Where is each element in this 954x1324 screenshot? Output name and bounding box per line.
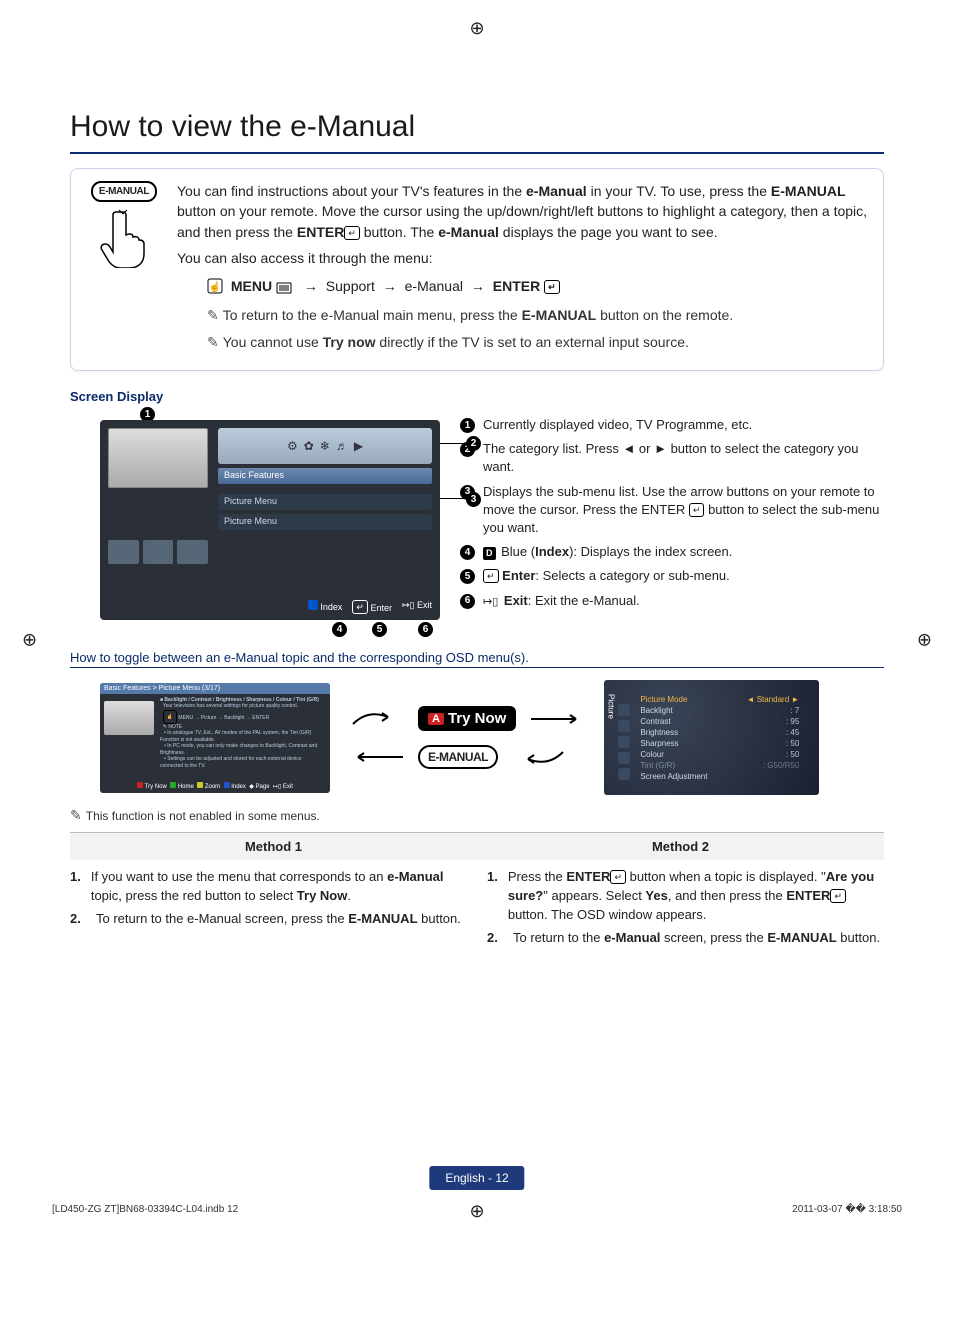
arrow-right — [526, 709, 586, 729]
emanual-screen-mock: ⚙ ✿ ❄ ♬ ▶ Basic Features Picture Menu Pi… — [100, 420, 440, 620]
enter-icon: ↵ — [830, 889, 846, 903]
callout-5: 5 — [372, 622, 387, 637]
osd-row: Picture Mode◄ Standard ► — [636, 694, 813, 705]
legend-item-4: 4D Blue (Index): Displays the index scre… — [460, 543, 884, 561]
category-row: ⚙ ✿ ❄ ♬ ▶ — [218, 428, 432, 464]
intro-text: You can find instructions about your TV'… — [177, 181, 869, 358]
side-thumbs — [108, 540, 208, 564]
method2-body: 1.Press the ENTER↵ button when a topic i… — [487, 868, 884, 947]
submenu-1: Picture Menu — [218, 494, 432, 510]
menu-icon — [276, 279, 292, 299]
d-button-icon: D — [483, 547, 496, 560]
note-icon: ✎ — [207, 334, 219, 350]
osd-row: Backlight: 7 — [636, 705, 813, 716]
enter-icon: ↵ — [344, 226, 360, 240]
osd-side-icons — [618, 704, 630, 780]
method-bodies: 1.If you want to use the menu that corre… — [70, 868, 884, 947]
screen-display-heading: Screen Display — [70, 389, 884, 404]
callout-4: 4 — [332, 622, 347, 637]
intro-p1: You can find instructions about your TV'… — [177, 181, 869, 242]
osd-panel: Picture Picture Mode◄ Standard ► Backlig… — [604, 680, 819, 795]
callout-line — [440, 498, 466, 499]
method1-body: 1.If you want to use the menu that corre… — [70, 868, 467, 947]
category-label: Basic Features — [218, 468, 432, 484]
footer-timestamp: 2011-03-07 �� 3:18:50 — [792, 1204, 902, 1215]
note-3: ✎This function is not enabled in some me… — [70, 807, 884, 824]
arrow-curve-right — [348, 709, 408, 729]
emanual-press-graphic: E-MANUAL — [85, 181, 163, 271]
method1-header: Method 1 — [70, 832, 477, 860]
legend-item-1: 1Currently displayed video, TV Programme… — [460, 416, 884, 434]
callout-2: 2 — [466, 436, 481, 451]
enter-icon: ↵ — [610, 870, 626, 884]
d-button-icon — [308, 600, 318, 610]
exit-icon: ↦▯ — [402, 600, 415, 610]
toggle-graphics: Basic Features > Picture Menu (3/17) ■ B… — [70, 680, 884, 795]
enter-icon: ↵ — [483, 569, 499, 583]
arrow-left — [348, 747, 408, 767]
legend-list: 1Currently displayed video, TV Programme… — [460, 416, 884, 620]
cat-icon: ⚙ — [287, 439, 298, 453]
osd-row: Tint (G/R): G50/R50 — [636, 760, 813, 771]
exit-icon: ↦▯ — [483, 596, 498, 608]
emanual-pill: E-MANUAL — [418, 745, 498, 769]
footer-filename: [LD450-ZG ZT]BN68-03394C-L04.indb 12 — [52, 1204, 238, 1215]
osd-row: Brightness: 45 — [636, 727, 813, 738]
osd-row: Screen Adjustment — [636, 771, 813, 782]
screen-display-row: 1 ⚙ ✿ ❄ ♬ ▶ Basic Features Picture Menu … — [70, 410, 884, 620]
footer-buttons: Index ↵ Enter ↦▯ Exit — [308, 600, 432, 614]
submenu-2: Picture Menu — [218, 514, 432, 530]
legend-item-2: 2The category list. Press ◄ or ► button … — [460, 440, 884, 476]
callout-3: 3 — [466, 492, 481, 507]
enter-icon: ↵ — [352, 600, 368, 614]
osd-row: Sharpness: 50 — [636, 738, 813, 749]
page-number: English - 12 — [429, 1166, 524, 1190]
emanual-topic-shot: Basic Features > Picture Menu (3/17) ■ B… — [100, 683, 330, 793]
cat-icon: ♬ — [336, 439, 348, 453]
osd-row: Contrast: 95 — [636, 716, 813, 727]
note-icon: ✎ — [70, 807, 82, 823]
intro-p2: You can also access it through the menu: — [177, 248, 869, 268]
intro-box: E-MANUAL You can find instructions about… — [70, 168, 884, 371]
legend-item-3: 3Displays the sub-menu list. Use the arr… — [460, 483, 884, 538]
toggle-heading: How to toggle between an e-Manual topic … — [70, 650, 884, 668]
method2-header: Method 2 — [477, 832, 884, 860]
between-arrows: ATry Now E-MANUAL — [348, 706, 586, 769]
print-footer: [LD450-ZG ZT]BN68-03394C-L04.indb 12 201… — [52, 1204, 902, 1215]
arrow-curve-left — [508, 747, 568, 767]
cat-icon: ✿ — [304, 439, 314, 453]
legend-item-6: 6↦▯ Exit: Exit the e-Manual. — [460, 592, 884, 610]
method-headers: Method 1 Method 2 — [70, 832, 884, 860]
page-frame: How to view the e-Manual E-MANUAL You ca… — [0, 20, 954, 1260]
note-2: ✎You cannot use Try now directly if the … — [207, 332, 869, 352]
video-thumb — [108, 428, 208, 488]
cat-icon: ▶ — [354, 439, 363, 453]
enter-icon: ↵ — [544, 280, 560, 294]
svg-text:☝: ☝ — [209, 280, 221, 293]
title-rule — [70, 152, 884, 154]
osd-row: Colour: 50 — [636, 749, 813, 760]
legend-item-5: 5↵ Enter: Selects a category or sub-menu… — [460, 567, 884, 585]
callout-6: 6 — [418, 622, 433, 637]
page-title: How to view the e-Manual — [70, 110, 884, 144]
note-1: ✎To return to the e-Manual main menu, pr… — [207, 305, 869, 325]
menu-path: ☝ MENU → Support → e-Manual → ENTER ↵ — [207, 276, 869, 299]
emanual-button-icon: E-MANUAL — [91, 181, 157, 202]
finger-icon: ☝ — [207, 278, 223, 299]
osd-content: Picture Mode◄ Standard ► Backlight: 7 Co… — [636, 694, 813, 782]
note-icon: ✎ — [207, 307, 219, 323]
hand-icon — [99, 208, 149, 268]
enter-icon: ↵ — [689, 503, 705, 517]
try-now-pill: ATry Now — [418, 706, 516, 731]
cat-icon: ❄ — [320, 439, 330, 453]
callout-line — [440, 443, 466, 444]
